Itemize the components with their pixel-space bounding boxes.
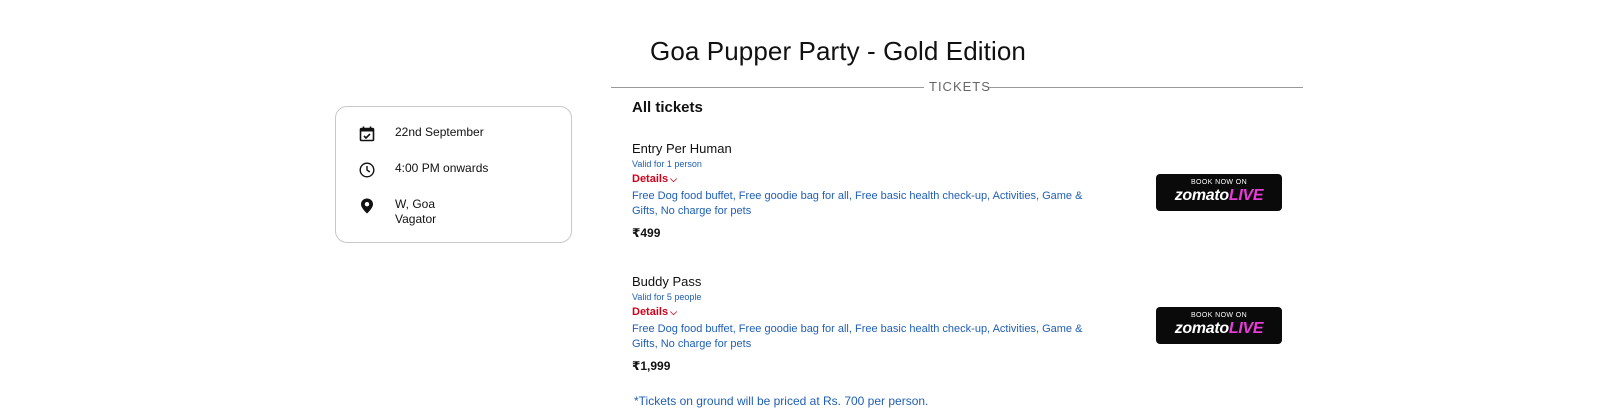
location-line-2: Vagator	[395, 212, 437, 226]
ticket-validity: Valid for 1 person	[632, 159, 702, 169]
ticket-name: Entry Per Human	[632, 141, 732, 156]
clock-icon	[358, 161, 376, 179]
location-pin-icon	[358, 197, 376, 215]
zomato-live-logo: zomatoLIVE	[1174, 187, 1264, 204]
calendar-check-icon	[358, 125, 376, 143]
ticket-name: Buddy Pass	[632, 274, 702, 289]
book-now-zomato-live-button[interactable]: BOOK NOW ON zomatoLIVE	[1156, 174, 1282, 211]
date-row: 22nd September	[358, 125, 484, 143]
book-now-zomato-live-button[interactable]: BOOK NOW ON zomatoLIVE	[1156, 307, 1282, 344]
zomato-live-logo: zomatoLIVE	[1174, 320, 1264, 337]
ground-pricing-note: *Tickets on ground will be priced at Rs.…	[634, 394, 929, 408]
event-date: 22nd September	[395, 125, 484, 139]
time-row: 4:00 PM onwards	[358, 161, 488, 179]
divider-label: TICKETS	[929, 79, 991, 94]
ticket-price: ₹1,999	[632, 359, 671, 373]
book-now-label: BOOK NOW ON	[1190, 312, 1248, 319]
ticket-validity: Valid for 5 people	[632, 292, 702, 302]
all-tickets-heading: All tickets	[632, 99, 703, 116]
chevron-down-icon: ⌵	[670, 307, 677, 317]
book-now-label: BOOK NOW ON	[1190, 179, 1248, 186]
ticket-perks: Free Dog food buffet, Free goodie bag fo…	[632, 323, 1083, 350]
divider-line-right	[989, 87, 1303, 88]
tickets-divider: TICKETS	[611, 79, 1303, 107]
event-time: 4:00 PM onwards	[395, 161, 489, 175]
ticket-perks: Free Dog food buffet, Free goodie bag fo…	[632, 190, 1083, 217]
ticket-price: ₹499	[632, 226, 661, 240]
location-line-1: W, Goa	[395, 197, 436, 211]
event-info-card: 22nd September 4:00 PM onwards W, Goa Va…	[335, 106, 572, 243]
divider-line-left	[611, 87, 924, 88]
details-label: Details	[632, 173, 669, 185]
location-row: W, Goa Vagator	[358, 197, 436, 227]
event-location: W, Goa Vagator	[395, 197, 436, 227]
page-title: Goa Pupper Party - Gold Edition	[650, 36, 1026, 66]
chevron-down-icon: ⌵	[670, 174, 677, 184]
details-label: Details	[632, 306, 669, 318]
